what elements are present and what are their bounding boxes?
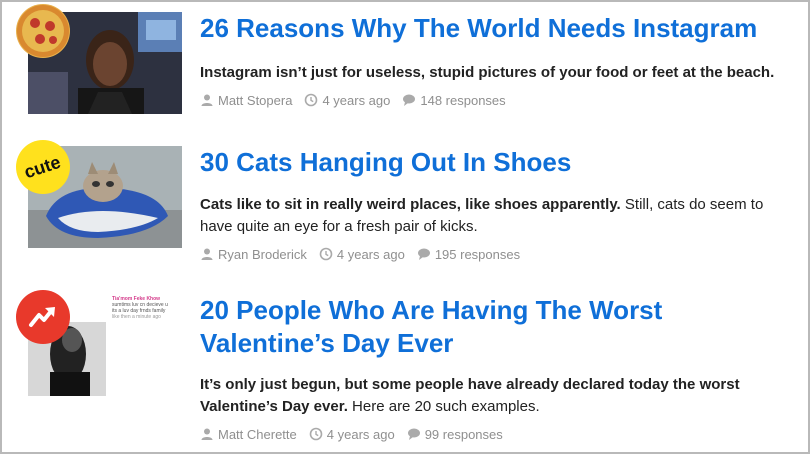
clock-icon: [305, 93, 318, 107]
post-snippet: Tia'mom Feke Khow sumtims luv cn decieve…: [112, 296, 168, 320]
clock-icon: [319, 247, 333, 261]
user-icon: [201, 428, 213, 440]
author-link[interactable]: Ryan Broderick: [218, 247, 307, 262]
article-title[interactable]: 26 Reasons Why The World Needs Instagram: [200, 12, 800, 45]
article-meta: Matt Stopera 4 years ago 148 responses: [200, 91, 506, 109]
comment-icon: [417, 248, 430, 260]
article-description: Instagram isn’t just for useless, stupid…: [200, 62, 780, 84]
response-count[interactable]: 99 responses: [425, 427, 503, 442]
article-feed: 26 Reasons Why The World Needs Instagram…: [0, 0, 810, 454]
pizza-icon: [16, 4, 70, 58]
description-lead: Instagram isn’t just for useless, stupid…: [200, 64, 775, 81]
post-time: 4 years ago: [336, 246, 405, 262]
author-link[interactable]: Matt Stopera: [218, 93, 292, 108]
user-icon: [201, 248, 213, 260]
article-description: It’s only just begun, but some people ha…: [200, 374, 780, 418]
description-lead: Cats like to sit in really weird places,…: [200, 196, 621, 213]
comment-icon: [403, 94, 416, 106]
response-count[interactable]: 195 responses: [435, 247, 520, 262]
article-title[interactable]: 20 People Who Are Having The Worst Valen…: [200, 294, 800, 360]
author-link[interactable]: Matt Cherette: [218, 427, 297, 442]
article-meta: Matt Cherette 4 years ago 99 responses: [200, 425, 503, 443]
article-description: Cats like to sit in really weird places,…: [200, 194, 780, 238]
badge-label: cute: [22, 151, 64, 182]
description-rest: Here are 20 such examples.: [347, 398, 540, 415]
article-title[interactable]: 30 Cats Hanging Out In Shoes: [200, 146, 800, 179]
response-count[interactable]: 148 responses: [420, 93, 505, 108]
post-time: 4 years ago: [326, 426, 395, 442]
clock-icon: [309, 427, 323, 441]
user-icon: [201, 94, 213, 106]
cute-badge: cute: [16, 140, 70, 194]
comment-icon: [407, 428, 420, 440]
post-time: 4 years ago: [322, 92, 391, 108]
trending-arrow-icon: [16, 290, 70, 344]
article-meta: Ryan Broderick 4 years ago 195 responses: [200, 245, 520, 263]
